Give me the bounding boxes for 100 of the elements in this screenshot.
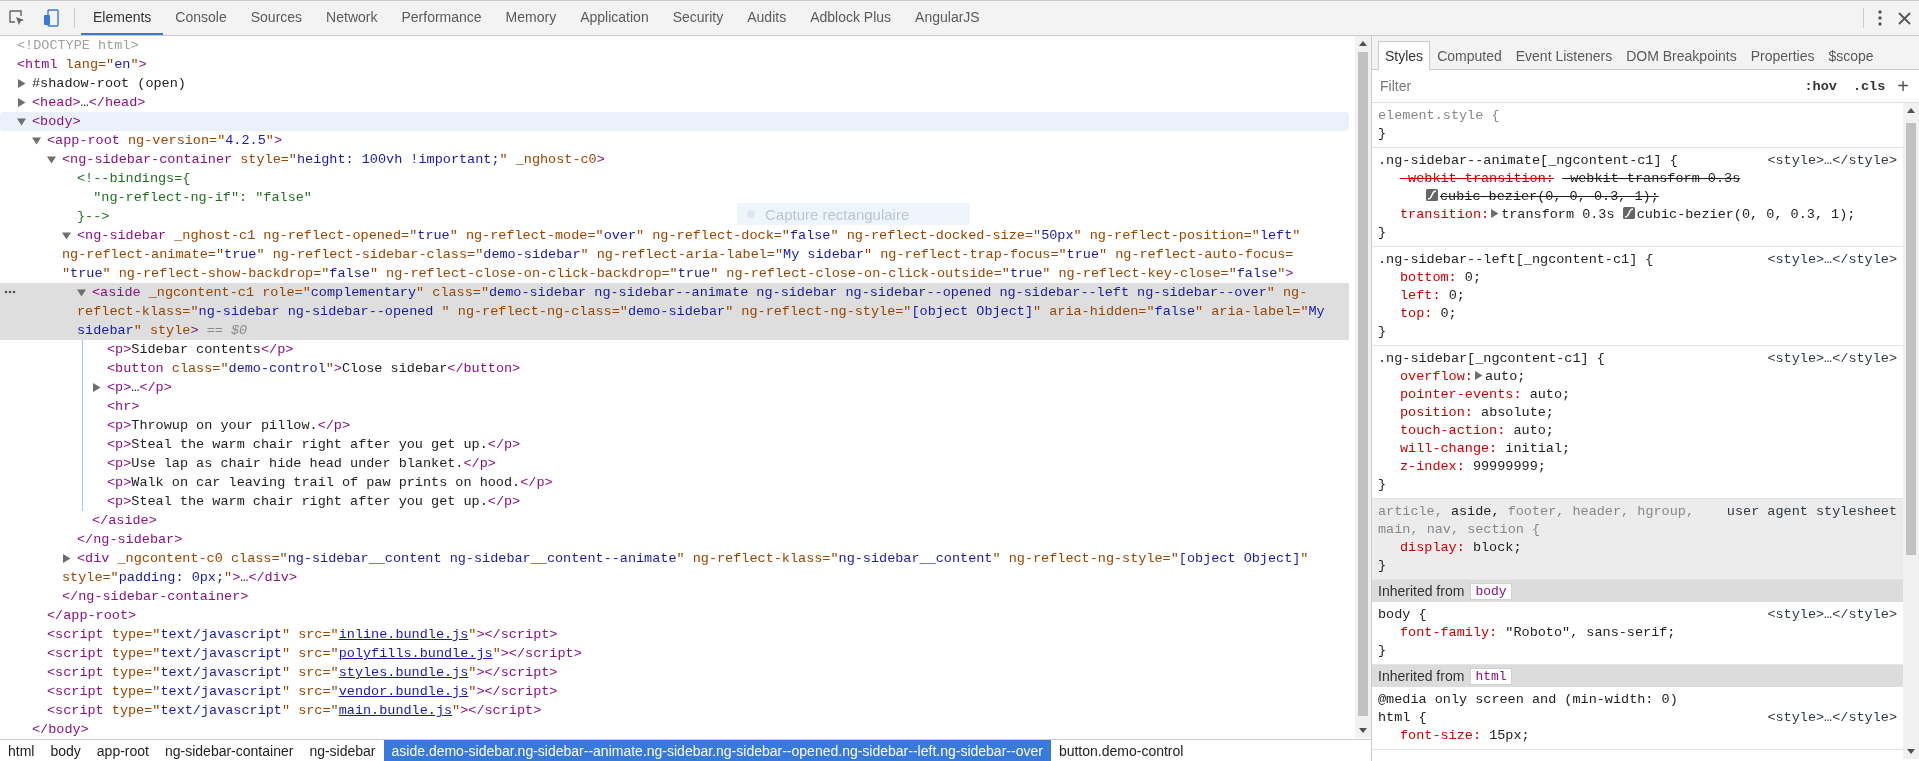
breadcrumb[interactable]: html: [0, 740, 43, 761]
panel-tab[interactable]: Audits: [735, 1, 799, 35]
expand-arrow-icon[interactable]: [17, 98, 26, 107]
element-tag-link[interactable]: body: [1470, 582, 1512, 600]
code-line: <button class="demo-control">Close sidebar</button>: [107, 361, 521, 376]
code-line: "true" ng-reflect-show-backdrop="false" ng-reflect-close-on-click-backdrop="true" ng-reflect-close-on-click-outside="true" ng-reflect-key-close="false">: [62, 266, 1294, 281]
scrollbar[interactable]: [1903, 103, 1919, 759]
code-line: <ng-sidebar _nghost-c1 ng-reflect-opened="true" ng-reflect-mode="over" ng-reflect-dock="false" ng-reflect-docked-size="50px" ng-reflect-position="left": [77, 228, 1301, 243]
file-link[interactable]: inline.bundle.js: [338, 627, 469, 642]
property-name: transition:: [1400, 207, 1490, 222]
source-link[interactable]: <style>…</style>: [1767, 251, 1897, 269]
code-line: <p>Walk on car leaving trail of paw prints on hood.</p>: [107, 475, 553, 490]
panel-tab[interactable]: Performance: [389, 1, 494, 35]
class-button[interactable]: .cls: [1844, 78, 1894, 94]
panel-tab[interactable]: Elements: [81, 1, 164, 35]
property-name: -webkit-transition:: [1400, 171, 1554, 186]
curve-icon[interactable]: [1426, 189, 1438, 201]
scrollbar[interactable]: [1355, 36, 1371, 738]
code-line: </aside>: [92, 513, 157, 528]
property-name: position:: [1400, 405, 1473, 420]
property-name: touch-action:: [1400, 423, 1506, 438]
code-line: sidebar" style> == $0: [77, 323, 248, 338]
sidebar-tab[interactable]: Styles: [1378, 41, 1431, 70]
sidebar-tab[interactable]: Event Listeners: [1508, 41, 1620, 70]
collapse-arrow-icon[interactable]: [47, 155, 56, 164]
property-value: cubic-bezier(0, 0, 0.3, 1);: [1440, 189, 1659, 204]
property-value: "Roboto", sans-serif;: [1505, 625, 1676, 640]
css-selector: footer,: [1507, 504, 1565, 519]
breadcrumb[interactable]: aside.demo-sidebar.ng-sidebar--animate.ng-sidebar.ng-sidebar--opened.ng-sidebar--left.ng-sidebar--over: [383, 740, 1051, 761]
source-link[interactable]: <style>…</style>: [1767, 152, 1897, 170]
media-query: @media only screen and (min-width: 0): [1378, 692, 1678, 707]
hover-state-button[interactable]: :hov: [1796, 78, 1845, 94]
css-selector: .ng-sidebar--left[_ngcontent-c1] {: [1378, 252, 1654, 267]
code-line: </ng-sidebar-container>: [62, 589, 249, 604]
breadcrumb[interactable]: button.demo-control: [1050, 740, 1192, 761]
css-selector: .ng-sidebar[_ngcontent-c1] {: [1378, 351, 1605, 366]
property-value: auto;: [1484, 369, 1526, 384]
panel-tab[interactable]: Console: [163, 1, 239, 35]
breadcrumb[interactable]: app-root: [88, 740, 157, 761]
property-value: transform 0.3s: [1501, 207, 1615, 222]
expand-arrow-icon[interactable]: [1473, 371, 1483, 380]
expand-arrow-icon[interactable]: [17, 79, 26, 88]
collapse-arrow-icon[interactable]: [62, 231, 71, 240]
code-line: <p>Throwup on your pillow.</p>: [107, 418, 351, 433]
property-value: 0;: [1440, 306, 1457, 321]
breadcrumb[interactable]: ng-sidebar-container: [156, 740, 302, 761]
inherited-label: Inherited from: [1378, 668, 1465, 684]
code-line: <script type="text/javascript" src="styles.bundle.js"></script>: [47, 665, 558, 680]
expand-arrow-icon[interactable]: [1490, 209, 1500, 218]
file-link[interactable]: polyfills.bundle.js: [338, 646, 493, 661]
code-line: <p>Sidebar contents</p>: [107, 342, 294, 357]
curve-icon[interactable]: [1622, 207, 1635, 219]
panel-tab[interactable]: Security: [660, 1, 736, 35]
panel-tab[interactable]: Sources: [238, 1, 315, 35]
more-icon[interactable]: [4, 290, 16, 294]
property-value: cubic-bezier(0, 0, 0.3, 1);: [1636, 207, 1856, 222]
code-line: </app-root>: [47, 608, 137, 623]
closing-brace: }: [1378, 324, 1387, 339]
code-line: ng-reflect-animate="true" ng-reflect-sidebar-class="demo-sidebar" ng-reflect-aria-label="My sidebar" ng-reflect-trap-focus="true" ng-reflect-auto-focus=: [62, 247, 1294, 262]
property-name: top:: [1400, 306, 1433, 321]
collapse-arrow-icon[interactable]: [17, 117, 26, 126]
source-link[interactable]: <style>…</style>: [1767, 606, 1897, 624]
code-line: <html lang="en">: [17, 57, 147, 72]
code-line: <script type="text/javascript" src="vendor.bundle.js"></script>: [47, 684, 558, 699]
sidebar-tab[interactable]: $scope: [1821, 41, 1881, 70]
code-line: <script type="text/javascript" src="main.bundle.js"></script>: [47, 703, 542, 718]
file-link[interactable]: main.bundle.js: [338, 703, 453, 718]
property-name: font-size:: [1400, 728, 1481, 743]
element-tag-link[interactable]: html: [1470, 667, 1512, 685]
expand-arrow-icon[interactable]: [92, 383, 101, 392]
breadcrumb[interactable]: body: [42, 740, 89, 761]
file-link[interactable]: styles.bundle.js: [338, 665, 469, 680]
expand-arrow-icon[interactable]: [62, 554, 71, 563]
property-value: 99999999;: [1472, 459, 1546, 474]
collapse-arrow-icon[interactable]: [32, 136, 41, 145]
hovered-row[interactable]: <body>: [0, 112, 1349, 131]
css-selector: .ng-sidebar--animate[_ngcontent-c1] {: [1378, 153, 1678, 168]
sidebar-tab[interactable]: DOM Breakpoints: [1619, 41, 1744, 70]
sidebar-tab[interactable]: Properties: [1743, 41, 1822, 70]
code-line: "ng-reflect-ng-if": "false": [92, 190, 312, 205]
file-link[interactable]: vendor.bundle.js: [338, 684, 469, 699]
panel-tab[interactable]: Adblock Plus: [798, 1, 904, 35]
panel-tab[interactable]: Network: [314, 1, 390, 35]
property-name: overflow:: [1400, 369, 1473, 384]
source-link[interactable]: <style>…</style>: [1767, 709, 1897, 727]
collapse-arrow-icon[interactable]: [77, 288, 86, 297]
panel-tab[interactable]: Memory: [493, 1, 569, 35]
property-value: block;: [1472, 540, 1522, 555]
panel-tab[interactable]: AngularJS: [903, 1, 992, 35]
code-line: <p>Use lap as chair hide head under blanket.</p>: [107, 456, 496, 471]
source-link[interactable]: <style>…</style>: [1767, 350, 1897, 368]
css-selector: main,: [1378, 522, 1419, 537]
sidebar-tab[interactable]: Computed: [1430, 41, 1509, 70]
panel-tab[interactable]: Application: [568, 1, 661, 35]
breadcrumb[interactable]: ng-sidebar: [301, 740, 384, 761]
code-line: <!--bindings={: [77, 171, 191, 186]
new-rule-button[interactable]: +: [1893, 74, 1913, 98]
code-line: <script type="text/javascript" src="polyfills.bundle.js"></script>: [47, 646, 582, 661]
selected-row[interactable]: [0, 283, 1349, 340]
css-selector: section {: [1467, 522, 1541, 537]
